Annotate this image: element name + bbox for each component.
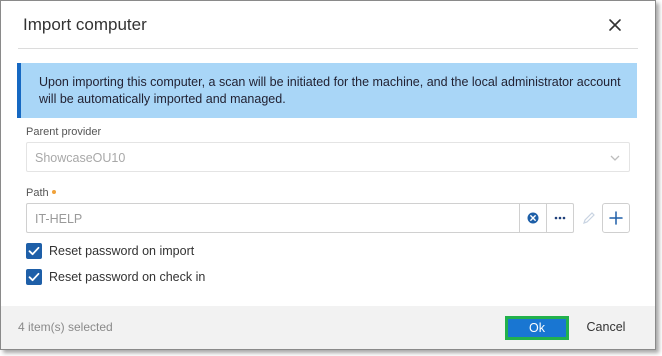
selected-count: 4 item(s) selected xyxy=(18,320,113,334)
path-label-text: Path xyxy=(26,187,49,199)
info-banner: Upon importing this computer, a scan wil… xyxy=(17,63,637,118)
reset-on-checkin-label: Reset password on check in xyxy=(49,270,206,284)
parent-provider-value: ShowcaseOU10 xyxy=(35,151,126,165)
path-input[interactable]: IT-HELP xyxy=(26,203,520,233)
parent-provider-select[interactable]: ShowcaseOU10 xyxy=(26,142,630,172)
cancel-button[interactable]: Cancel xyxy=(583,320,629,334)
edit-path-button[interactable] xyxy=(577,203,601,233)
browse-path-button[interactable] xyxy=(546,203,574,233)
dialog-header: Import computer xyxy=(1,1,655,49)
header-divider xyxy=(18,48,638,49)
dialog-title: Import computer xyxy=(23,15,147,34)
path-value: IT-HELP xyxy=(35,212,83,226)
add-path-button[interactable] xyxy=(602,203,630,233)
plus-icon xyxy=(609,211,623,225)
info-banner-text: Upon importing this computer, a scan wil… xyxy=(39,75,621,106)
reset-on-import-label: Reset password on import xyxy=(49,244,195,258)
ok-button[interactable]: Ok xyxy=(505,316,569,340)
ellipsis-icon xyxy=(554,216,566,220)
close-button[interactable] xyxy=(603,13,627,37)
checkmark-icon xyxy=(28,246,40,256)
parent-provider-label: Parent provider xyxy=(26,126,102,138)
required-indicator xyxy=(51,190,56,195)
reset-on-import-checkbox[interactable] xyxy=(26,243,42,259)
dialog-footer: 4 item(s) selected Ok Cancel xyxy=(1,306,655,349)
path-label: Path xyxy=(26,187,56,199)
import-computer-dialog: Import computer Upon importing this comp… xyxy=(0,0,656,350)
clear-path-button[interactable] xyxy=(519,203,547,233)
close-icon xyxy=(609,19,621,31)
pencil-icon xyxy=(583,212,595,224)
reset-on-checkin-checkbox[interactable] xyxy=(26,269,42,285)
checkmark-icon xyxy=(28,272,40,282)
chevron-down-icon xyxy=(610,155,620,161)
clear-circle-icon xyxy=(527,212,539,224)
